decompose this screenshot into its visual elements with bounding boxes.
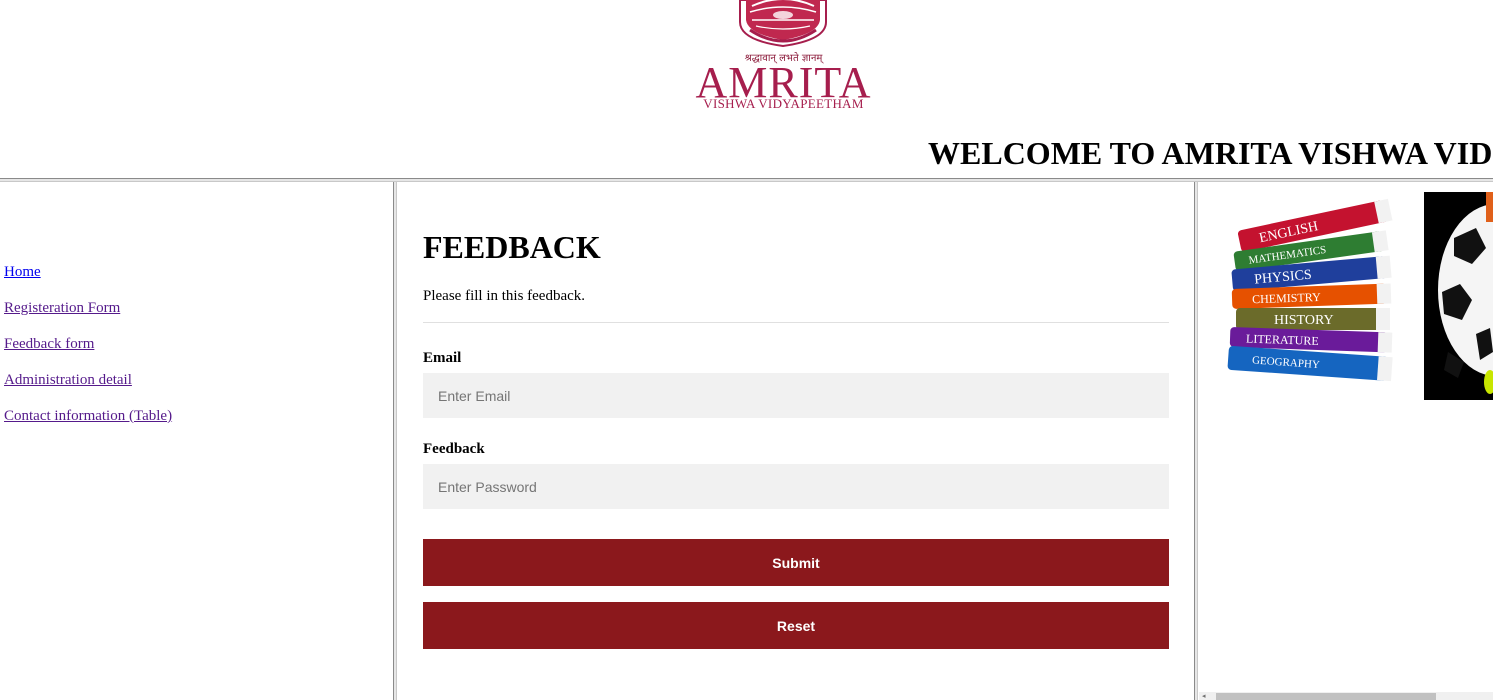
form-divider [423,322,1169,323]
book-literature-label: LITERATURE [1246,331,1319,348]
horizontal-scrollbar[interactable]: ◂ [1199,692,1493,700]
nav-link-registration-form[interactable]: Registeration Form [4,298,172,318]
nav-link-home[interactable]: Home [4,262,172,282]
scrollbar-thumb[interactable] [1216,693,1436,700]
nav-link-feedback-form[interactable]: Feedback form [4,334,172,354]
book-chemistry-label: CHEMISTRY [1252,290,1321,306]
nav-link-administration-detail[interactable]: Administration detail [4,370,172,390]
scroll-left-icon[interactable]: ◂ [1202,692,1206,700]
amrita-emblem [739,0,827,48]
books-image: ENGLISH MATHEMATICS PHYSICS CHEMISTRY HI [1218,196,1414,388]
frame-divider-right[interactable] [1194,182,1198,700]
form-title: FEEDBACK [423,229,601,265]
feedback-form: FEEDBACK Please fill in this feedback. E… [423,226,1169,649]
reset-button[interactable]: Reset [423,602,1169,649]
nav-menu: Home Registeration Form Feedback form Ad… [4,262,172,442]
welcome-heading: WELCOME TO AMRITA VISHWA VID [928,135,1493,171]
amrita-logo: श्रद्धावान् लभते ज्ञानम् AMRITA VISHWA V… [686,0,881,116]
frame-divider-horizontal[interactable] [0,178,1493,182]
logo-subtitle: VISHWA VIDYAPEETHAM [703,96,864,111]
soccer-ball-image [1424,192,1493,400]
book-history-label: HISTORY [1274,313,1334,328]
frame-divider-left[interactable] [393,182,397,700]
email-input[interactable] [423,373,1169,418]
book-stack-icon: ENGLISH MATHEMATICS PHYSICS CHEMISTRY HI [1227,198,1393,382]
feedback-input[interactable] [423,464,1169,509]
soccer-ball-icon [1424,192,1493,400]
form-intro: Please fill in this feedback. [423,288,586,304]
submit-button[interactable]: Submit [423,539,1169,586]
nav-link-contact-information[interactable]: Contact information (Table) [4,406,172,426]
email-label: Email [423,350,462,366]
feedback-label: Feedback [423,441,485,457]
